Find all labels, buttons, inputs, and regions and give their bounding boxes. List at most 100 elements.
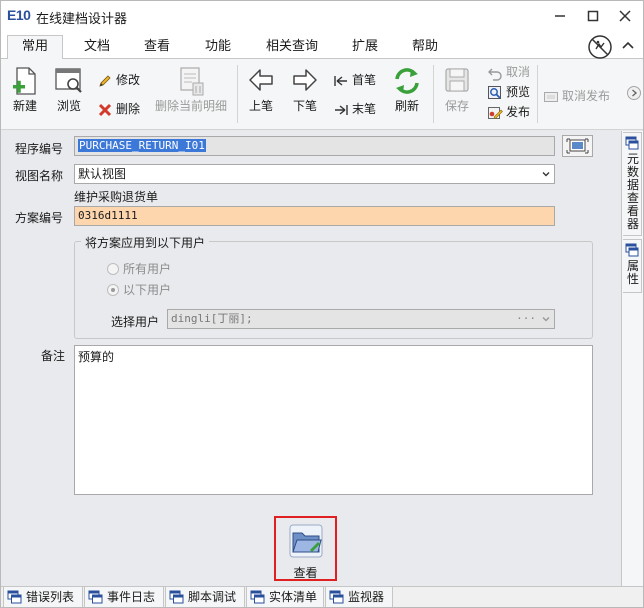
panel-window-icon (88, 590, 103, 604)
panel-window-icon (625, 136, 639, 150)
select-user-ellipsis-button[interactable]: ··· (516, 310, 536, 328)
new-document-icon (13, 67, 36, 95)
view-name-select[interactable]: 默认视图 (74, 164, 555, 184)
tab-extension[interactable]: 扩展 (343, 37, 387, 59)
cancel-publish-button[interactable]: 取消发布 (543, 86, 610, 106)
window-title: 在线建档设计器 (36, 12, 128, 27)
apply-users-title: 将方案应用到以下用户 (81, 234, 210, 251)
metadata-viewer-label: 元数据查看器 (626, 152, 639, 231)
delete-detail-icon (180, 67, 204, 96)
last-record-button[interactable]: 末笔 (333, 99, 376, 119)
following-users-radio[interactable]: 以下用户 (107, 283, 171, 297)
tab-related-query[interactable]: 相关查询 (259, 37, 325, 59)
edit-button[interactable]: 修改 (97, 70, 140, 90)
capture-icon (566, 138, 589, 154)
all-users-radio[interactable]: 所有用户 (107, 262, 171, 276)
delete-button[interactable]: 删除 (97, 99, 140, 119)
app-logo: E10 (7, 7, 31, 23)
save-button[interactable]: 保存 (441, 65, 473, 114)
radio-unchecked-icon (107, 263, 119, 275)
preview-button[interactable]: 预览 (487, 82, 530, 102)
minimize-button[interactable] (548, 4, 572, 28)
browse-button[interactable]: 浏览 (51, 65, 87, 114)
preview-label: 预览 (506, 85, 531, 99)
publish-button[interactable]: 发布 (487, 102, 530, 122)
panel-window-icon (250, 590, 265, 604)
previous-label: 上笔 (248, 99, 273, 113)
close-button[interactable] (613, 4, 637, 28)
ribbon-toolbar: 新建 浏览 修改 删除 删除当前明细 上笔 下笔 首笔 末笔 刷新 保存 取消 … (1, 59, 643, 130)
new-label: 新建 (12, 99, 37, 113)
remark-textarea[interactable]: 预算的 (74, 345, 593, 495)
refresh-icon (395, 68, 419, 94)
delete-detail-label: 删除当前明细 (154, 99, 227, 113)
pencil-icon (99, 74, 111, 87)
tab-common[interactable]: 常用 (7, 35, 63, 60)
view-description: 维护采购退货单 (74, 190, 159, 204)
tab-document[interactable]: 文档 (75, 37, 119, 59)
chevron-down-icon (542, 172, 550, 177)
minimize-icon (555, 15, 565, 17)
refresh-label: 刷新 (394, 99, 419, 113)
maximize-button[interactable] (581, 4, 605, 28)
view-button-highlight: 查看 (274, 516, 337, 581)
arrow-right-icon (293, 69, 317, 91)
cancel-button[interactable]: 取消 (487, 62, 530, 82)
ribbon-separator (237, 65, 238, 123)
metadata-viewer-tab[interactable]: 元数据查看器 (623, 132, 642, 236)
last-label: 末笔 (352, 102, 377, 116)
new-button[interactable]: 新建 (7, 65, 43, 114)
select-user-value: dingli[丁丽]; (171, 312, 253, 325)
screenshot-button[interactable] (562, 135, 593, 157)
ribbon-tab-row: 常用 文档 查看 功能 相关查询 扩展 帮助 (1, 31, 643, 60)
delete-x-icon (98, 103, 112, 116)
error-list-tab[interactable]: 错误列表 (3, 587, 83, 607)
publish-label: 发布 (506, 105, 531, 119)
first-record-button[interactable]: 首笔 (333, 70, 376, 90)
first-label: 首笔 (352, 73, 377, 87)
ribbon-separator (537, 65, 538, 123)
close-icon (619, 10, 631, 22)
select-user-field[interactable]: dingli[丁丽]; ··· (167, 309, 555, 329)
maximize-icon (587, 10, 599, 22)
delete-label: 删除 (116, 102, 141, 116)
properties-tab[interactable]: 属性 (623, 239, 642, 293)
previous-record-button[interactable]: 上笔 (245, 65, 277, 114)
chevron-down-icon (542, 317, 550, 322)
scheme-code-input[interactable]: 0316d1111 (74, 206, 555, 226)
panel-window-icon (169, 590, 184, 604)
preview-magnifier-icon (488, 85, 501, 99)
next-record-button[interactable]: 下笔 (289, 65, 321, 114)
tab-view[interactable]: 查看 (135, 37, 179, 59)
refresh-button[interactable]: 刷新 (389, 65, 425, 114)
right-side-panel: 元数据查看器 属性 (621, 131, 643, 586)
program-code-field[interactable]: PURCHASE_RETURN_I01 (74, 136, 555, 156)
panel-window-icon (7, 590, 22, 604)
chevron-right-icon (632, 89, 638, 97)
tab-function[interactable]: 功能 (196, 37, 240, 59)
script-debug-tab[interactable]: 脚本调试 (165, 587, 245, 607)
undo-icon (488, 68, 502, 81)
properties-label: 属性 (626, 259, 639, 286)
edit-label: 修改 (116, 73, 141, 87)
save-disk-icon (445, 68, 469, 92)
event-log-tab[interactable]: 事件日志 (84, 587, 164, 607)
monitor-tab[interactable]: 监视器 (325, 587, 393, 607)
event-log-label: 事件日志 (107, 590, 156, 604)
ribbon-scroll-button[interactable] (627, 86, 641, 100)
view-button-label: 查看 (293, 566, 318, 580)
all-users-label: 所有用户 (123, 262, 172, 276)
radio-checked-icon (107, 284, 119, 296)
monitor-label: 监视器 (348, 590, 385, 604)
view-button[interactable]: 查看 (276, 518, 335, 580)
scheme-code-label: 方案编号 (15, 211, 64, 225)
open-folder-icon (289, 524, 322, 558)
select-user-label: 选择用户 (111, 315, 160, 329)
chevron-up-icon[interactable] (621, 40, 635, 52)
tab-help[interactable]: 帮助 (403, 37, 447, 59)
browse-window-icon (55, 68, 82, 93)
prohibited-icon[interactable] (587, 34, 613, 60)
remark-value: 预算的 (78, 350, 115, 364)
delete-current-detail-button[interactable]: 删除当前明细 (151, 65, 231, 114)
entity-list-tab[interactable]: 实体清单 (246, 587, 324, 607)
